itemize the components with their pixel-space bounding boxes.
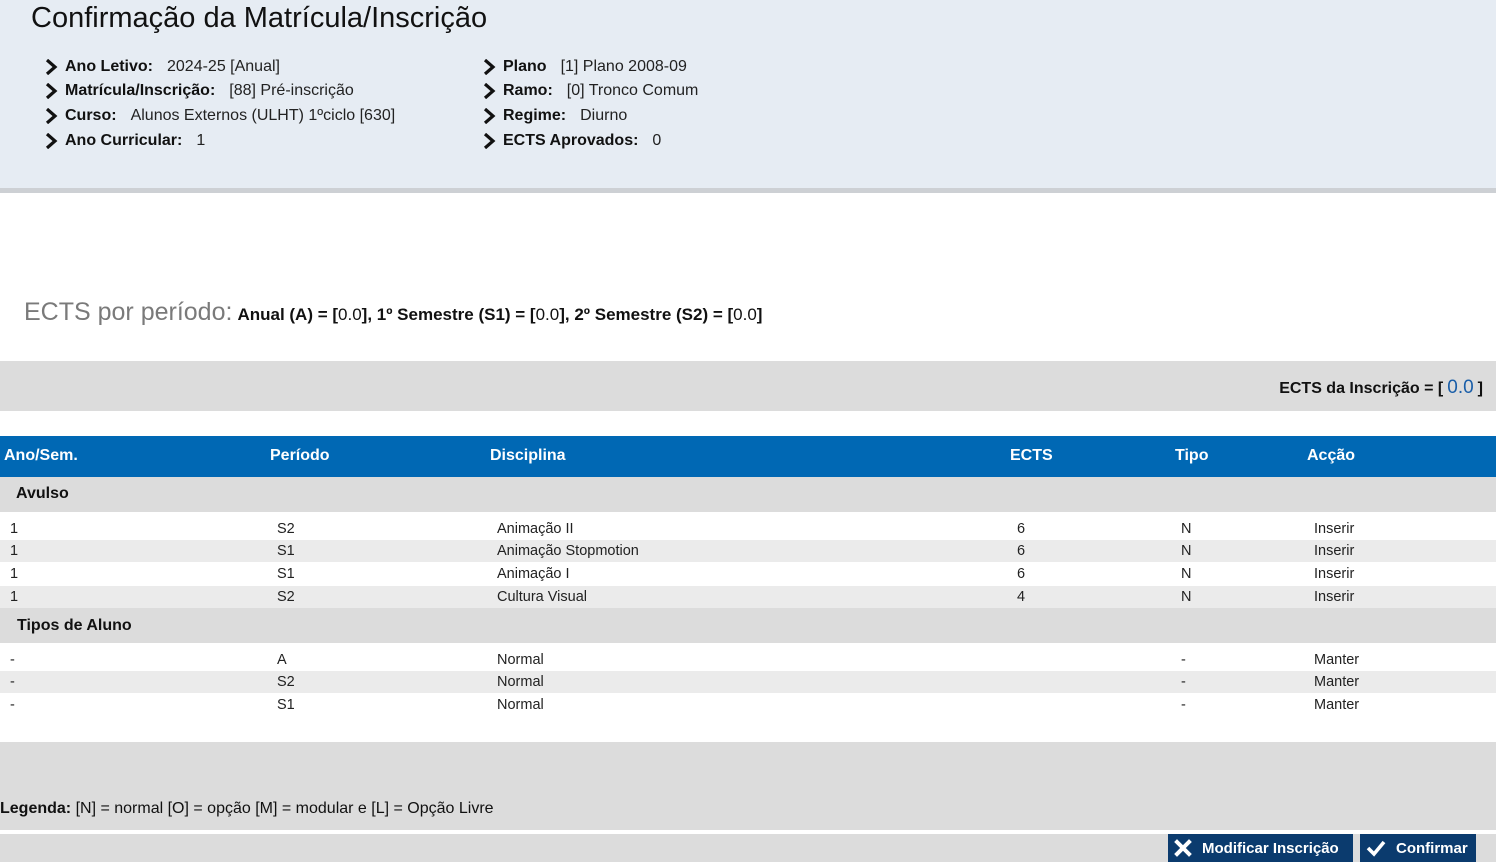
- ects-period-heading: ECTS por período:: [24, 298, 233, 326]
- ects-period-summary: ECTS por período: Anual (A) = [0.0], 1º …: [24, 298, 763, 326]
- chevron-right-icon: [483, 133, 496, 149]
- ects-inscricao-bar: ECTS da Inscrição = [ 0.0 ]: [0, 361, 1496, 411]
- confirm-button[interactable]: Confirmar: [1360, 834, 1476, 862]
- col-periodo: Período: [270, 447, 330, 464]
- chevron-right-icon: [45, 108, 58, 124]
- ects-inscricao-value: 0.0: [1447, 377, 1474, 398]
- ects-anual-value: 0.0: [338, 305, 362, 324]
- col-ects: ECTS: [1010, 447, 1053, 464]
- chevron-right-icon: [483, 108, 496, 124]
- legend-label: Legenda:: [0, 800, 72, 817]
- table-row: 1 S2 Animação II 6 N Inserir: [10, 521, 1355, 537]
- col-accao: Acção: [1307, 447, 1356, 464]
- table-row: 1 S1 Animação Stopmotion 6 N Inserir: [0, 540, 1496, 562]
- check-icon: [1366, 840, 1386, 857]
- chevron-right-icon: [483, 83, 496, 99]
- close-icon: [1174, 839, 1192, 857]
- chevron-right-icon: [45, 133, 58, 149]
- info-curso: Curso: Alunos Externos (ULHT) 1ºciclo [6…: [44, 105, 395, 127]
- ects-s1-value: 0.0: [535, 305, 560, 324]
- info-ano-letivo: Ano Letivo: 2024-25 [Anual]: [44, 56, 280, 78]
- chevron-right-icon: [45, 59, 58, 75]
- info-ects-aprovados: ECTS Aprovados: 0: [482, 130, 661, 152]
- group-tipos-de-aluno: Tipos de Aluno: [0, 608, 1496, 643]
- table-row: 1 S1 Animação I 6 N Inserir: [10, 566, 1355, 582]
- col-ano-sem: Ano/Sem.: [4, 447, 78, 464]
- legend-text: [N] = normal [O] = opção [M] = modular e…: [71, 800, 494, 817]
- info-matricula: Matrícula/Inscrição: [88] Pré-inscrição: [44, 80, 354, 102]
- table-header: Ano/Sem. Período Disciplina ECTS Tipo Ac…: [0, 436, 1496, 477]
- ects-s2-value: 0.0: [733, 305, 757, 324]
- chevron-right-icon: [45, 83, 58, 99]
- legend: Legenda: [N] = normal [O] = opção [M] = …: [0, 800, 494, 818]
- table-row: - S2 Normal - Manter: [0, 671, 1496, 693]
- group-avulso: Avulso: [0, 477, 1496, 512]
- info-ano-curricular: Ano Curricular: 1: [44, 130, 205, 152]
- col-disciplina: Disciplina: [490, 447, 566, 464]
- table-row: - A Normal - Manter: [10, 652, 1360, 668]
- page-title: Confirmação da Matrícula/Inscrição: [31, 2, 488, 34]
- info-ramo: Ramo: [0] Tronco Comum: [482, 80, 698, 102]
- modify-inscription-button[interactable]: Modificar Inscrição: [1168, 834, 1353, 862]
- table-row: 1 S2 Cultura Visual 4 N Inserir: [0, 586, 1496, 608]
- info-regime: Regime: Diurno: [482, 105, 627, 127]
- chevron-right-icon: [483, 59, 496, 75]
- col-tipo: Tipo: [1175, 447, 1209, 464]
- table-row: - S1 Normal - Manter: [10, 697, 1360, 713]
- info-plano: Plano [1] Plano 2008-09: [482, 56, 687, 78]
